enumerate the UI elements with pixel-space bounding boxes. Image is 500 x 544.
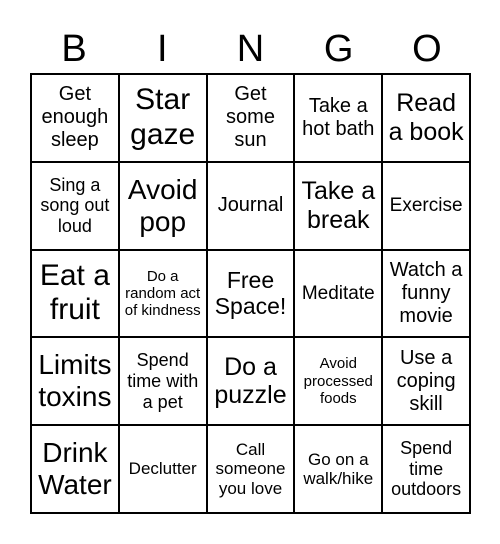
bingo-cell[interactable]: Use a coping skill: [382, 337, 470, 426]
bingo-cell[interactable]: Read a book: [382, 74, 470, 162]
free-space-cell[interactable]: Free Space!: [206, 249, 295, 338]
bingo-cell[interactable]: Do a random act of kindness: [118, 249, 207, 338]
bingo-cell[interactable]: Journal: [206, 161, 295, 250]
bingo-cell[interactable]: Do a puzzle: [206, 337, 295, 426]
header-letter-n: N: [236, 28, 265, 70]
bingo-header: B I N G O: [30, 26, 471, 72]
bingo-cell[interactable]: Get enough sleep: [31, 74, 119, 162]
bingo-cell[interactable]: Spend time with a pet: [118, 337, 207, 426]
bingo-cell[interactable]: Avoid pop: [118, 161, 207, 250]
bingo-cell[interactable]: Avoid processed foods: [294, 337, 383, 426]
bingo-cell[interactable]: Limits toxins: [31, 337, 119, 426]
bingo-cell[interactable]: Declutter: [118, 425, 207, 513]
bingo-cell[interactable]: Star gaze: [118, 74, 207, 162]
bingo-cell[interactable]: Meditate: [294, 249, 383, 338]
bingo-cell[interactable]: Take a break: [294, 161, 383, 250]
bingo-cell[interactable]: Spend time outdoors: [382, 425, 470, 513]
header-letter-b: B: [61, 28, 87, 70]
bingo-cell[interactable]: Drink Water: [31, 425, 119, 513]
bingo-cell[interactable]: Watch a funny movie: [382, 249, 470, 338]
bingo-grid: Get enough sleep Star gaze Get some sun Tak…: [30, 73, 471, 514]
bingo-cell[interactable]: Eat a fruit: [31, 249, 119, 338]
bingo-cell[interactable]: Call someone you love: [206, 425, 295, 513]
bingo-cell[interactable]: Exercise: [382, 161, 470, 250]
bingo-cell[interactable]: Sing a song out loud: [31, 161, 119, 250]
header-letter-g: G: [323, 28, 354, 70]
header-letter-o: O: [412, 28, 442, 70]
bingo-cell[interactable]: Go on a walk/hike: [294, 425, 383, 513]
bingo-cell[interactable]: Get some sun: [206, 74, 295, 162]
header-letter-i: I: [157, 28, 168, 70]
bingo-cell[interactable]: Take a hot bath: [294, 74, 383, 162]
